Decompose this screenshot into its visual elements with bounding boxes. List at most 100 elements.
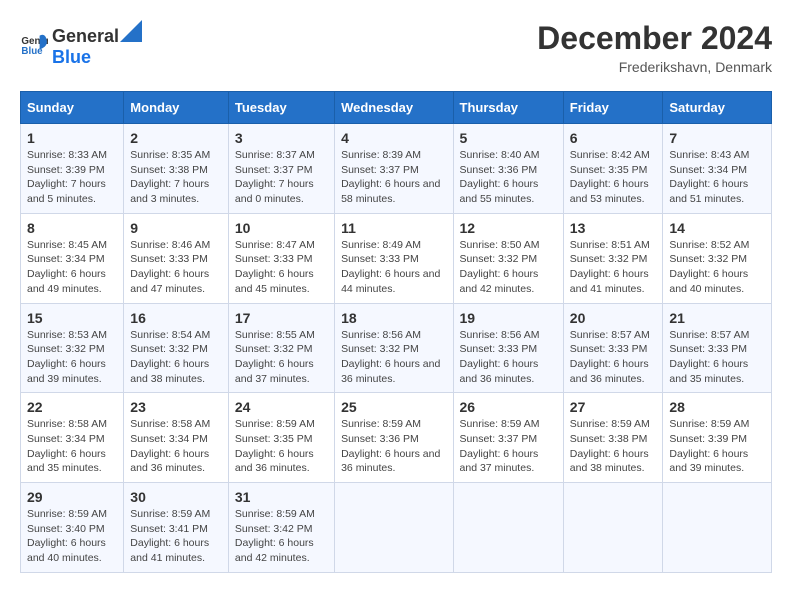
calendar-week-row: 22 Sunrise: 8:58 AMSunset: 3:34 PMDaylig… (21, 393, 772, 483)
calendar-cell: 6 Sunrise: 8:42 AMSunset: 3:35 PMDayligh… (563, 124, 663, 214)
calendar-cell: 15 Sunrise: 8:53 AMSunset: 3:32 PMDaylig… (21, 303, 124, 393)
calendar-cell: 31 Sunrise: 8:59 AMSunset: 3:42 PMDaylig… (228, 483, 334, 573)
calendar-cell: 19 Sunrise: 8:56 AMSunset: 3:33 PMDaylig… (453, 303, 563, 393)
day-info: Sunrise: 8:39 AMSunset: 3:37 PMDaylight:… (341, 148, 446, 207)
calendar-cell: 30 Sunrise: 8:59 AMSunset: 3:41 PMDaylig… (124, 483, 229, 573)
calendar-cell: 17 Sunrise: 8:55 AMSunset: 3:32 PMDaylig… (228, 303, 334, 393)
location-text: Frederikshavn, Denmark (537, 59, 772, 75)
day-info: Sunrise: 8:56 AMSunset: 3:32 PMDaylight:… (341, 328, 446, 387)
calendar-cell: 3 Sunrise: 8:37 AMSunset: 3:37 PMDayligh… (228, 124, 334, 214)
day-info: Sunrise: 8:52 AMSunset: 3:32 PMDaylight:… (669, 238, 765, 297)
day-number: 21 (669, 310, 765, 326)
day-info: Sunrise: 8:59 AMSunset: 3:38 PMDaylight:… (570, 417, 657, 476)
calendar-week-row: 15 Sunrise: 8:53 AMSunset: 3:32 PMDaylig… (21, 303, 772, 393)
day-info: Sunrise: 8:59 AMSunset: 3:42 PMDaylight:… (235, 507, 328, 566)
day-info: Sunrise: 8:59 AMSunset: 3:35 PMDaylight:… (235, 417, 328, 476)
day-info: Sunrise: 8:57 AMSunset: 3:33 PMDaylight:… (570, 328, 657, 387)
day-number: 28 (669, 399, 765, 415)
calendar-week-row: 29 Sunrise: 8:59 AMSunset: 3:40 PMDaylig… (21, 483, 772, 573)
day-number: 16 (130, 310, 222, 326)
calendar-cell: 4 Sunrise: 8:39 AMSunset: 3:37 PMDayligh… (335, 124, 453, 214)
day-number: 17 (235, 310, 328, 326)
day-number: 10 (235, 220, 328, 236)
day-info: Sunrise: 8:42 AMSunset: 3:35 PMDaylight:… (570, 148, 657, 207)
title-section: December 2024 Frederikshavn, Denmark (537, 20, 772, 75)
calendar-cell: 18 Sunrise: 8:56 AMSunset: 3:32 PMDaylig… (335, 303, 453, 393)
day-info: Sunrise: 8:57 AMSunset: 3:33 PMDaylight:… (669, 328, 765, 387)
calendar-cell: 8 Sunrise: 8:45 AMSunset: 3:34 PMDayligh… (21, 213, 124, 303)
calendar-week-row: 1 Sunrise: 8:33 AMSunset: 3:39 PMDayligh… (21, 124, 772, 214)
day-info: Sunrise: 8:59 AMSunset: 3:36 PMDaylight:… (341, 417, 446, 476)
day-number: 11 (341, 220, 446, 236)
calendar-header-row: SundayMondayTuesdayWednesdayThursdayFrid… (21, 92, 772, 124)
logo-blue-text: Blue (52, 47, 91, 67)
day-info: Sunrise: 8:45 AMSunset: 3:34 PMDaylight:… (27, 238, 117, 297)
day-info: Sunrise: 8:35 AMSunset: 3:38 PMDaylight:… (130, 148, 222, 207)
day-number: 26 (460, 399, 557, 415)
calendar-cell: 13 Sunrise: 8:51 AMSunset: 3:32 PMDaylig… (563, 213, 663, 303)
day-number: 29 (27, 489, 117, 505)
calendar-cell: 9 Sunrise: 8:46 AMSunset: 3:33 PMDayligh… (124, 213, 229, 303)
calendar-cell: 1 Sunrise: 8:33 AMSunset: 3:39 PMDayligh… (21, 124, 124, 214)
calendar-cell: 12 Sunrise: 8:50 AMSunset: 3:32 PMDaylig… (453, 213, 563, 303)
col-header-wednesday: Wednesday (335, 92, 453, 124)
calendar-cell: 7 Sunrise: 8:43 AMSunset: 3:34 PMDayligh… (663, 124, 772, 214)
col-header-saturday: Saturday (663, 92, 772, 124)
day-info: Sunrise: 8:46 AMSunset: 3:33 PMDaylight:… (130, 238, 222, 297)
calendar-cell: 14 Sunrise: 8:52 AMSunset: 3:32 PMDaylig… (663, 213, 772, 303)
day-info: Sunrise: 8:59 AMSunset: 3:37 PMDaylight:… (460, 417, 557, 476)
calendar-cell: 22 Sunrise: 8:58 AMSunset: 3:34 PMDaylig… (21, 393, 124, 483)
day-info: Sunrise: 8:49 AMSunset: 3:33 PMDaylight:… (341, 238, 446, 297)
day-info: Sunrise: 8:40 AMSunset: 3:36 PMDaylight:… (460, 148, 557, 207)
logo: General Blue General Blue (20, 20, 143, 68)
logo-icon: General Blue (20, 30, 48, 58)
day-number: 25 (341, 399, 446, 415)
col-header-monday: Monday (124, 92, 229, 124)
day-number: 13 (570, 220, 657, 236)
day-info: Sunrise: 8:50 AMSunset: 3:32 PMDaylight:… (460, 238, 557, 297)
calendar-cell: 26 Sunrise: 8:59 AMSunset: 3:37 PMDaylig… (453, 393, 563, 483)
calendar-cell: 2 Sunrise: 8:35 AMSunset: 3:38 PMDayligh… (124, 124, 229, 214)
month-title: December 2024 (537, 20, 772, 57)
calendar-cell: 29 Sunrise: 8:59 AMSunset: 3:40 PMDaylig… (21, 483, 124, 573)
day-number: 19 (460, 310, 557, 326)
day-number: 6 (570, 130, 657, 146)
day-number: 3 (235, 130, 328, 146)
calendar-cell: 5 Sunrise: 8:40 AMSunset: 3:36 PMDayligh… (453, 124, 563, 214)
day-info: Sunrise: 8:55 AMSunset: 3:32 PMDaylight:… (235, 328, 328, 387)
day-number: 15 (27, 310, 117, 326)
calendar-cell: 23 Sunrise: 8:58 AMSunset: 3:34 PMDaylig… (124, 393, 229, 483)
calendar-cell: 21 Sunrise: 8:57 AMSunset: 3:33 PMDaylig… (663, 303, 772, 393)
logo-general-text: General (52, 26, 119, 47)
day-info: Sunrise: 8:59 AMSunset: 3:41 PMDaylight:… (130, 507, 222, 566)
day-number: 31 (235, 489, 328, 505)
page-header: General Blue General Blue December 2024 … (20, 20, 772, 75)
calendar-cell: 25 Sunrise: 8:59 AMSunset: 3:36 PMDaylig… (335, 393, 453, 483)
day-number: 5 (460, 130, 557, 146)
day-info: Sunrise: 8:53 AMSunset: 3:32 PMDaylight:… (27, 328, 117, 387)
col-header-sunday: Sunday (21, 92, 124, 124)
svg-text:Blue: Blue (21, 46, 43, 57)
calendar-cell: 20 Sunrise: 8:57 AMSunset: 3:33 PMDaylig… (563, 303, 663, 393)
logo-triangle-icon (120, 20, 142, 42)
calendar-cell: 16 Sunrise: 8:54 AMSunset: 3:32 PMDaylig… (124, 303, 229, 393)
day-number: 27 (570, 399, 657, 415)
calendar-cell: 10 Sunrise: 8:47 AMSunset: 3:33 PMDaylig… (228, 213, 334, 303)
calendar-cell (563, 483, 663, 573)
day-number: 18 (341, 310, 446, 326)
day-number: 22 (27, 399, 117, 415)
day-number: 23 (130, 399, 222, 415)
day-number: 20 (570, 310, 657, 326)
day-number: 8 (27, 220, 117, 236)
day-info: Sunrise: 8:54 AMSunset: 3:32 PMDaylight:… (130, 328, 222, 387)
day-number: 24 (235, 399, 328, 415)
day-info: Sunrise: 8:56 AMSunset: 3:33 PMDaylight:… (460, 328, 557, 387)
calendar-week-row: 8 Sunrise: 8:45 AMSunset: 3:34 PMDayligh… (21, 213, 772, 303)
day-info: Sunrise: 8:51 AMSunset: 3:32 PMDaylight:… (570, 238, 657, 297)
day-number: 1 (27, 130, 117, 146)
day-number: 12 (460, 220, 557, 236)
calendar-cell: 28 Sunrise: 8:59 AMSunset: 3:39 PMDaylig… (663, 393, 772, 483)
day-info: Sunrise: 8:33 AMSunset: 3:39 PMDaylight:… (27, 148, 117, 207)
day-number: 7 (669, 130, 765, 146)
day-number: 30 (130, 489, 222, 505)
